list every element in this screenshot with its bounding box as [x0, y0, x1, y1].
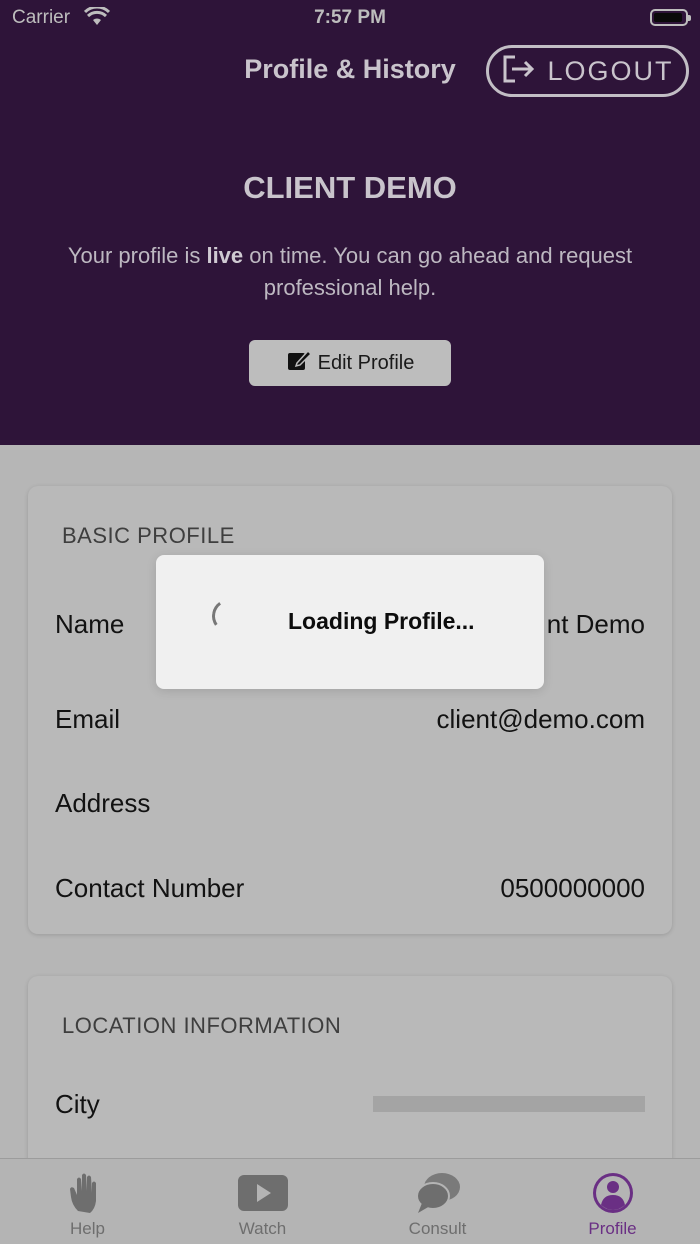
profile-header: Carrier 7:57 PM Profile & History LOGOUT…: [0, 0, 700, 445]
location-info-card: LOCATION INFORMATION City: [28, 976, 672, 1176]
tab-help-label: Help: [70, 1219, 105, 1238]
basic-profile-title: BASIC PROFILE: [62, 523, 235, 548]
edit-icon: [286, 347, 312, 379]
loading-text: Loading Profile...: [288, 608, 475, 634]
name-value: nt Demo: [546, 609, 645, 639]
city-value-placeholder: [373, 1096, 645, 1112]
tab-bar: Help Watch Consult Profile: [0, 1158, 700, 1244]
location-info-title: LOCATION INFORMATION: [62, 1013, 342, 1038]
tab-profile[interactable]: Profile: [525, 1159, 700, 1244]
client-name: CLIENT DEMO: [243, 170, 457, 205]
user-circle-icon: [592, 1173, 633, 1213]
contact-number-label: Contact Number: [55, 873, 245, 903]
logout-label: LOGOUT: [547, 55, 674, 86]
chat-bubbles-icon: [415, 1173, 460, 1213]
edit-profile-button[interactable]: Edit Profile: [249, 340, 451, 386]
play-icon: [237, 1175, 288, 1211]
profile-status-message: Your profile is live on time. You can go…: [67, 243, 633, 300]
contact-number-value: 0500000000: [500, 873, 645, 903]
logout-icon: [501, 54, 535, 89]
tab-consult[interactable]: Consult: [350, 1159, 525, 1244]
tab-watch[interactable]: Watch: [175, 1159, 350, 1244]
hand-icon: [69, 1173, 96, 1213]
name-label: Name: [55, 609, 125, 639]
tab-consult-label: Consult: [408, 1219, 467, 1238]
logout-button[interactable]: LOGOUT: [486, 45, 689, 97]
page-title: Profile & History: [244, 54, 456, 84]
battery-icon: [650, 9, 691, 26]
email-label: Email: [55, 704, 121, 734]
live-keyword: live: [206, 243, 244, 268]
loading-spinner-icon: [209, 596, 249, 636]
tab-watch-label: Watch: [238, 1219, 287, 1238]
basic-profile-card: BASIC PROFILE Name nt Demo Email client@…: [28, 486, 672, 934]
status-bar: Carrier 7:57 PM: [0, 0, 700, 36]
tab-help[interactable]: Help: [0, 1159, 175, 1244]
status-clock: 7:57 PM: [314, 7, 386, 28]
edit-profile-label: Edit Profile: [317, 351, 415, 374]
email-value: client@demo.com: [436, 704, 645, 734]
city-label: City: [55, 1089, 100, 1119]
loading-dialog: Loading Profile...: [156, 555, 544, 689]
tab-profile-label: Profile: [588, 1219, 637, 1238]
address-label: Address: [55, 788, 151, 818]
